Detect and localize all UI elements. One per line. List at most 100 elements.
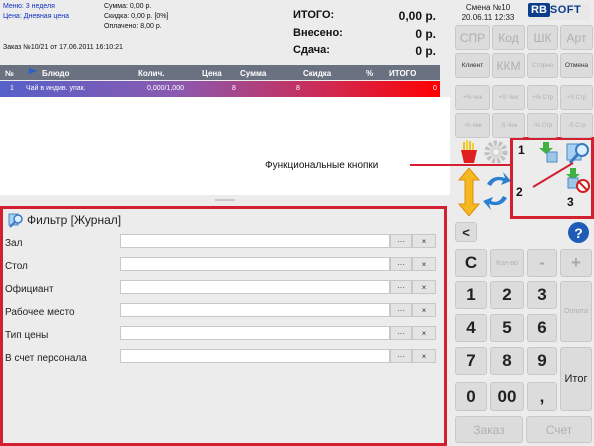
key-quantity[interactable]: Кол-во xyxy=(490,249,524,277)
key-barcode[interactable]: ШК xyxy=(527,25,558,50)
key-minus-pct-check[interactable]: -% чек xyxy=(455,113,490,138)
key-storno[interactable]: Сторно xyxy=(527,53,558,78)
change-label: Сдача: xyxy=(293,44,330,56)
key-digit-9[interactable]: 9 xyxy=(527,347,557,375)
staff-account-clear-button[interactable]: × xyxy=(412,349,436,363)
flag-icon xyxy=(28,67,38,79)
field-label-staff-account: В счет персонала xyxy=(5,353,87,364)
check-button[interactable]: Счет xyxy=(526,416,592,443)
key-kkm[interactable]: ККМ xyxy=(492,53,525,78)
waiter-input[interactable] xyxy=(120,280,390,294)
menu-label: Меню: 3 неделя xyxy=(3,3,55,10)
help-icon[interactable]: ? xyxy=(568,222,589,243)
shift-label: Смена №10 xyxy=(465,3,511,12)
total-label: ИТОГО: xyxy=(293,9,335,21)
hall-input[interactable] xyxy=(120,234,390,248)
logo-soft: SOFT xyxy=(549,4,582,16)
function-buttons-callout: Функциональные кнопки xyxy=(265,160,379,171)
key-plus[interactable]: + xyxy=(560,249,592,277)
row-total: 0 xyxy=(433,85,437,92)
key-digit-4[interactable]: 4 xyxy=(455,314,487,342)
key-digit-3[interactable]: 3 xyxy=(527,281,557,309)
field-label-table: Стол xyxy=(5,261,28,272)
key-cancel[interactable]: Отмена xyxy=(560,53,593,78)
grid-body[interactable] xyxy=(0,97,450,195)
field-label-waiter: Официант xyxy=(5,284,54,295)
sum-label: Сумма: 0,00 р. xyxy=(104,3,152,10)
row-qty: 0,000/1,000 xyxy=(147,85,184,92)
key-digit-2[interactable]: 2 xyxy=(490,281,524,309)
row-price: 8 xyxy=(232,85,236,92)
table-row[interactable]: 1 Чай в индив. упак. 0,000/1,000 8 8 0 xyxy=(0,81,440,97)
key-minus-sum-check[interactable]: -S Чек xyxy=(492,113,525,138)
workplace-clear-button[interactable]: × xyxy=(412,303,436,317)
key-minus-pct-line[interactable]: -% Стр xyxy=(527,113,558,138)
row-sum: 8 xyxy=(296,85,300,92)
filter-search-icon xyxy=(8,212,24,233)
grid-header: № Блюдо Колич. Цена Сумма Скидка % ИТОГО xyxy=(0,65,440,80)
waiter-select-button[interactable]: ··· xyxy=(390,280,412,294)
rbsoft-logo: RB SOFT xyxy=(528,3,590,20)
row-num: 1 xyxy=(10,85,14,92)
key-digit-1[interactable]: 1 xyxy=(455,281,487,309)
key-plus-pct-line[interactable]: +% Стр xyxy=(527,85,558,110)
col-percent: % xyxy=(366,69,374,78)
field-label-price-type: Тип цены xyxy=(5,330,49,341)
filter-title: Фильтр [Журнал] xyxy=(27,213,122,227)
order-label: Заказ №10/21 от 17.06.2011 16:10:21 xyxy=(3,44,123,51)
price-type-select-button[interactable]: ··· xyxy=(390,326,412,340)
paid-in-value: 0 р. xyxy=(415,27,436,41)
key-digit-8[interactable]: 8 xyxy=(490,347,524,375)
key-minus-sum-line[interactable]: -S Стр xyxy=(560,113,593,138)
key-digit-0[interactable]: 0 xyxy=(455,382,487,411)
key-digit-7[interactable]: 7 xyxy=(455,347,487,375)
key-plus-sum-line[interactable]: +S Стр xyxy=(560,85,593,110)
col-price: Цена xyxy=(202,69,222,78)
hall-select-button[interactable]: ··· xyxy=(390,234,412,248)
col-discount: Скидка xyxy=(303,69,332,78)
pay-button[interactable]: Оплата xyxy=(560,281,592,342)
table-select-button[interactable]: ··· xyxy=(390,257,412,271)
price-type-clear-button[interactable]: × xyxy=(412,326,436,340)
key-code[interactable]: Код xyxy=(492,25,525,50)
field-label-workplace: Рабочее место xyxy=(5,307,75,318)
staff-account-input[interactable] xyxy=(120,349,390,363)
key-minus[interactable]: - xyxy=(527,249,557,277)
key-digit-5[interactable]: 5 xyxy=(490,314,524,342)
key-comma[interactable]: , xyxy=(527,382,557,411)
total-button[interactable]: Итог xyxy=(560,347,592,411)
col-num: № xyxy=(5,69,14,78)
key-client[interactable]: Клиент xyxy=(455,53,490,78)
discount-label: Скидка: 0,00 р. [0%] xyxy=(104,13,169,20)
back-button[interactable]: < xyxy=(455,222,477,242)
col-dish: Блюдо xyxy=(42,69,70,78)
key-article[interactable]: Арт xyxy=(560,25,593,50)
table-clear-button[interactable]: × xyxy=(412,257,436,271)
col-qty: Колич. xyxy=(138,69,165,78)
key-digit-6[interactable]: 6 xyxy=(527,314,557,342)
shift-datetime: 20.06.11 12:33 xyxy=(461,13,515,22)
price-label: Цена: Дневная цена xyxy=(3,13,70,20)
key-plus-sum-check[interactable]: +S Чек xyxy=(492,85,525,110)
waiter-clear-button[interactable]: × xyxy=(412,280,436,294)
splitter-handle[interactable] xyxy=(215,199,235,201)
paid-label: Оплачено: 8,00 р. xyxy=(104,23,162,30)
logo-rb: RB xyxy=(528,3,550,17)
key-spr[interactable]: СПР xyxy=(455,25,490,50)
total-value: 0,00 р. xyxy=(398,9,436,23)
key-clear[interactable]: C xyxy=(455,249,487,277)
key-plus-pct-check[interactable]: +% чек xyxy=(455,85,490,110)
staff-account-select-button[interactable]: ··· xyxy=(390,349,412,363)
col-sum: Сумма xyxy=(240,69,267,78)
callout-lines xyxy=(410,162,574,188)
order-button[interactable]: Заказ xyxy=(455,416,523,443)
change-value: 0 р. xyxy=(415,44,436,58)
workplace-select-button[interactable]: ··· xyxy=(390,303,412,317)
price-type-input[interactable] xyxy=(120,326,390,340)
hall-clear-button[interactable]: × xyxy=(412,234,436,248)
table-input[interactable] xyxy=(120,257,390,271)
workplace-input[interactable] xyxy=(120,303,390,317)
key-double-zero[interactable]: 00 xyxy=(490,382,524,411)
paid-in-label: Внесено: xyxy=(293,27,343,39)
row-dish: Чай в индив. упак. xyxy=(26,85,86,92)
